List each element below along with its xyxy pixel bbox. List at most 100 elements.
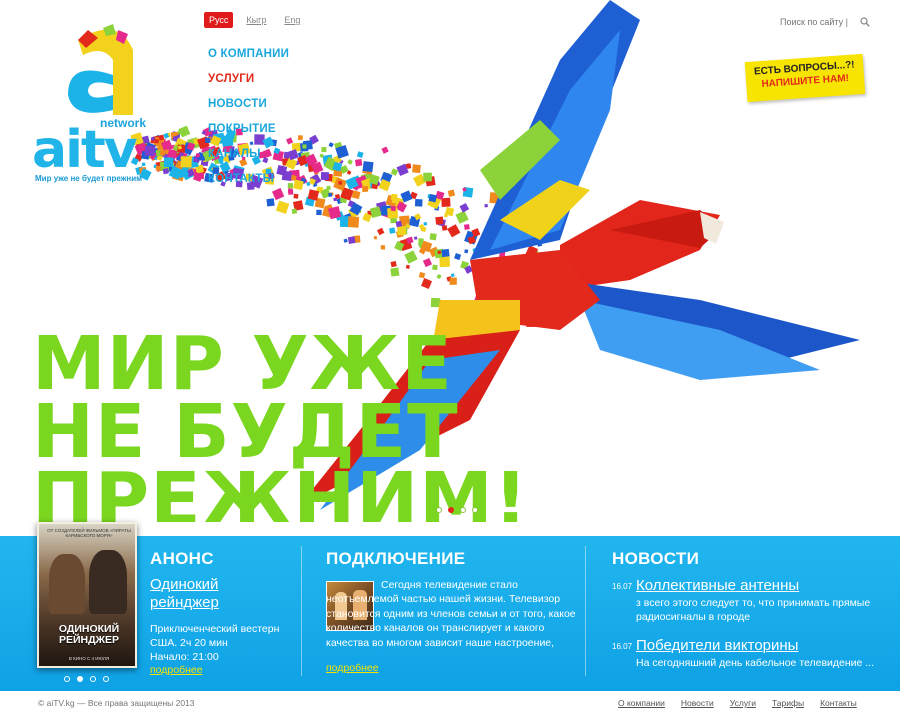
trail-pixel [405,264,410,269]
poster-figure [89,550,127,614]
lang-kg[interactable]: Кыгр [241,12,271,28]
announce-heading: АНОНС [150,549,214,568]
trail-pixel [454,252,462,261]
trail-pixel [459,202,470,213]
nav-item-coverage[interactable]: ПОКРЫТИЕ [208,123,289,137]
trail-pixel [390,205,397,212]
column-divider [301,546,302,676]
trail-pixel [293,193,299,199]
trail-pixel [455,210,469,224]
trail-pixel [373,235,378,240]
trail-pixel [338,180,343,185]
announce-dot[interactable] [90,676,96,682]
announce-movie-link[interactable]: Одинокий рейнджер [150,576,270,612]
nav-item-contacts[interactable]: КОНТАКТЫ [208,173,289,187]
trail-pixel [463,224,470,230]
trail-pixel [347,159,353,165]
nav-item-services[interactable]: УСЛУГИ [208,73,289,87]
news-link[interactable]: Коллективные антенны [636,577,799,594]
footer-link-tariffs[interactable]: Тарифы [772,698,804,708]
trail-pixel [316,209,322,216]
trail-pixel [395,220,403,228]
trail-pixel [418,272,426,279]
movie-poster[interactable]: ОТ СОЗДАТЕЛЕЙ ФИЛЬМОВ «ПИРАТЫ КАРИБСКОГО… [37,522,137,668]
footer-link-services[interactable]: Услуги [730,698,756,708]
nav-item-about[interactable]: О КОМПАНИИ [208,48,289,62]
trail-pixel [422,257,433,268]
trail-pixel [333,197,338,202]
main-nav: О КОМПАНИИ УСЛУГИ НОВОСТИ ПОКРЫТИЕ КАНАЛ… [208,48,289,198]
trail-pixel [362,161,374,173]
logo-swirl-icon [68,24,133,115]
slider-dot[interactable] [436,507,442,513]
language-switcher: Русс Кыгр Eng [204,12,305,28]
trail-pixel [302,144,307,149]
copyright: © aiTV.kg — Все права защищены 2013 [38,698,195,708]
trail-pixel [439,256,450,268]
trail-pixel [381,146,389,154]
announce-dots [64,676,109,682]
news-excerpt: з всего этого следует то, что принимать … [636,597,871,624]
trail-pixel [178,125,191,138]
trail-pixel [444,213,448,218]
lang-ru[interactable]: Русс [204,12,234,28]
trail-pixel [484,203,489,208]
trail-pixel [297,135,303,141]
trail-pixel [397,226,407,236]
trail-pixel [413,236,418,240]
slider-dot[interactable] [472,507,478,513]
poster-date: В КИНО С 4 ИЮЛЯ [68,656,110,661]
trail-pixel [432,264,438,271]
trail-pixel [441,197,451,207]
lang-en[interactable]: Eng [279,12,305,28]
connect-text: Сегодня телевидение стало неотъемлемой ч… [326,579,576,649]
trail-pixel [362,185,369,193]
trail-pixel [404,250,418,264]
news-date: 16.07 [612,642,633,651]
announce-dot-active[interactable] [77,676,83,682]
site-logo[interactable]: aitv network Мир уже не будет прежним [28,20,178,190]
trail-pixel [377,227,385,236]
trail-pixel [428,193,437,203]
trail-pixel [320,172,329,181]
slider-dot[interactable] [460,507,466,513]
trail-pixel [429,233,437,241]
trail-pixel [447,224,461,238]
trail-pixel [328,142,334,148]
footer-link-about[interactable]: О компании [618,698,665,708]
footer-link-news[interactable]: Новости [681,698,714,708]
slogan-line-2: НЕ БУДЕТ ПРЕЖНИМ! [32,389,529,522]
footer-link-contacts[interactable]: Контакты [820,698,857,708]
announce-start-time: Начало: 21:00 [150,651,219,663]
trail-pixel [328,192,333,197]
search-icon[interactable] [860,17,870,27]
trail-pixel [414,199,423,207]
connect-more-link[interactable]: подробнее [326,662,379,674]
trail-pixel [356,151,364,159]
trail-pixel [343,238,348,243]
search-input[interactable] [780,17,850,27]
poster-tagline: ОТ СОЗДАТЕЛЕЙ ФИЛЬМОВ «ПИРАТЫ КАРИБСКОГО… [47,528,131,538]
contact-us-sticker[interactable]: ЕСТЬ ВОПРОСЫ...?! НАПИШИТЕ НАМ! [744,53,866,103]
trail-pixel [430,297,441,308]
trail-pixel [437,250,442,255]
hero-banner: aitv network Мир уже не будет прежним Ру… [0,0,900,522]
trail-pixel [390,260,397,268]
trail-pixel [412,164,421,174]
nav-item-news[interactable]: НОВОСТИ [208,98,289,112]
search-box [780,17,870,27]
trail-pixel [321,147,327,153]
trail-pixel [347,236,356,244]
announce-dot[interactable] [103,676,109,682]
trail-pixel [275,200,290,214]
trail-pixel [421,278,433,290]
logo-network: network [100,116,147,130]
slider-dot-active[interactable] [448,507,454,513]
nav-item-channels[interactable]: КАНАЛЫ [208,148,289,162]
news-link[interactable]: Победители викторины [636,637,798,654]
trail-pixel [389,227,396,234]
announce-dot[interactable] [64,676,70,682]
announce-more-link[interactable]: подробнее [150,664,203,676]
trail-pixel [291,208,298,215]
poster-title: ОДИНОКИЙ РЕЙНДЖЕР [58,623,120,647]
